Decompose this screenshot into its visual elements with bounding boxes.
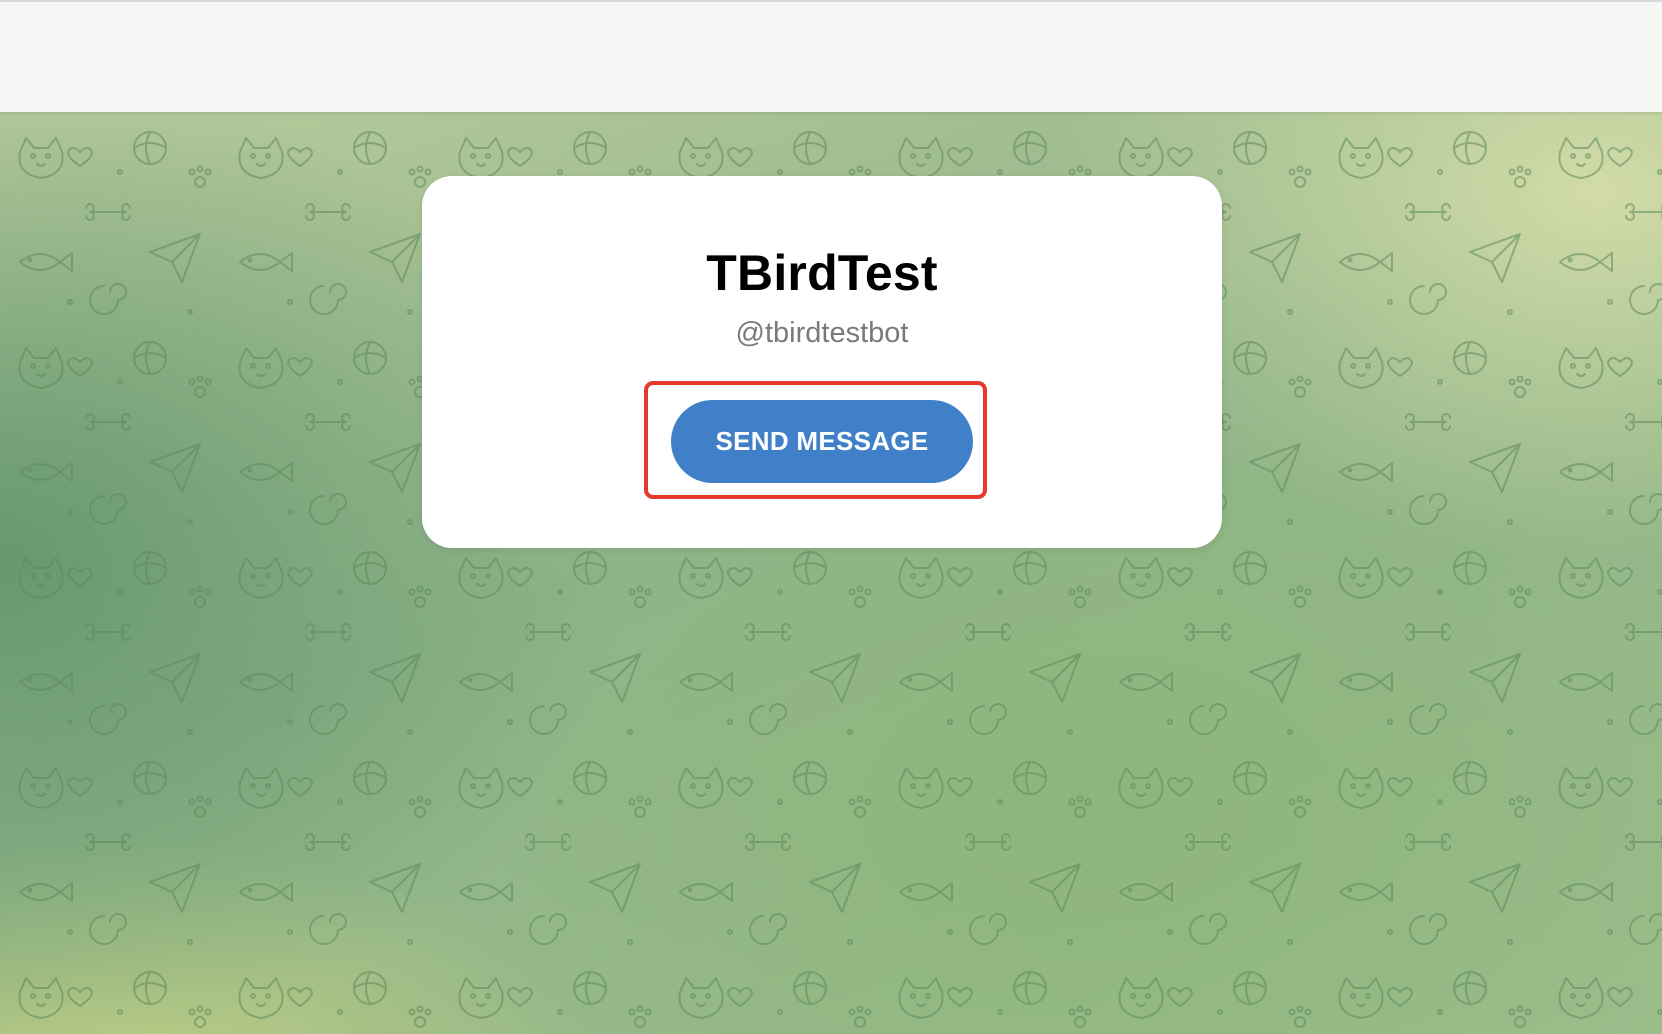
bot-name-title: TBirdTest [706,245,938,301]
bot-username-label: @tbirdtestbot [735,317,909,349]
browser-top-bar [0,0,1662,112]
bot-profile-card: TBirdTest @tbirdtestbot SEND MESSAGE [422,176,1222,548]
send-message-button[interactable]: SEND MESSAGE [671,400,973,483]
telegram-bot-preview-page: TBirdTest @tbirdtestbot SEND MESSAGE [0,0,1662,1034]
